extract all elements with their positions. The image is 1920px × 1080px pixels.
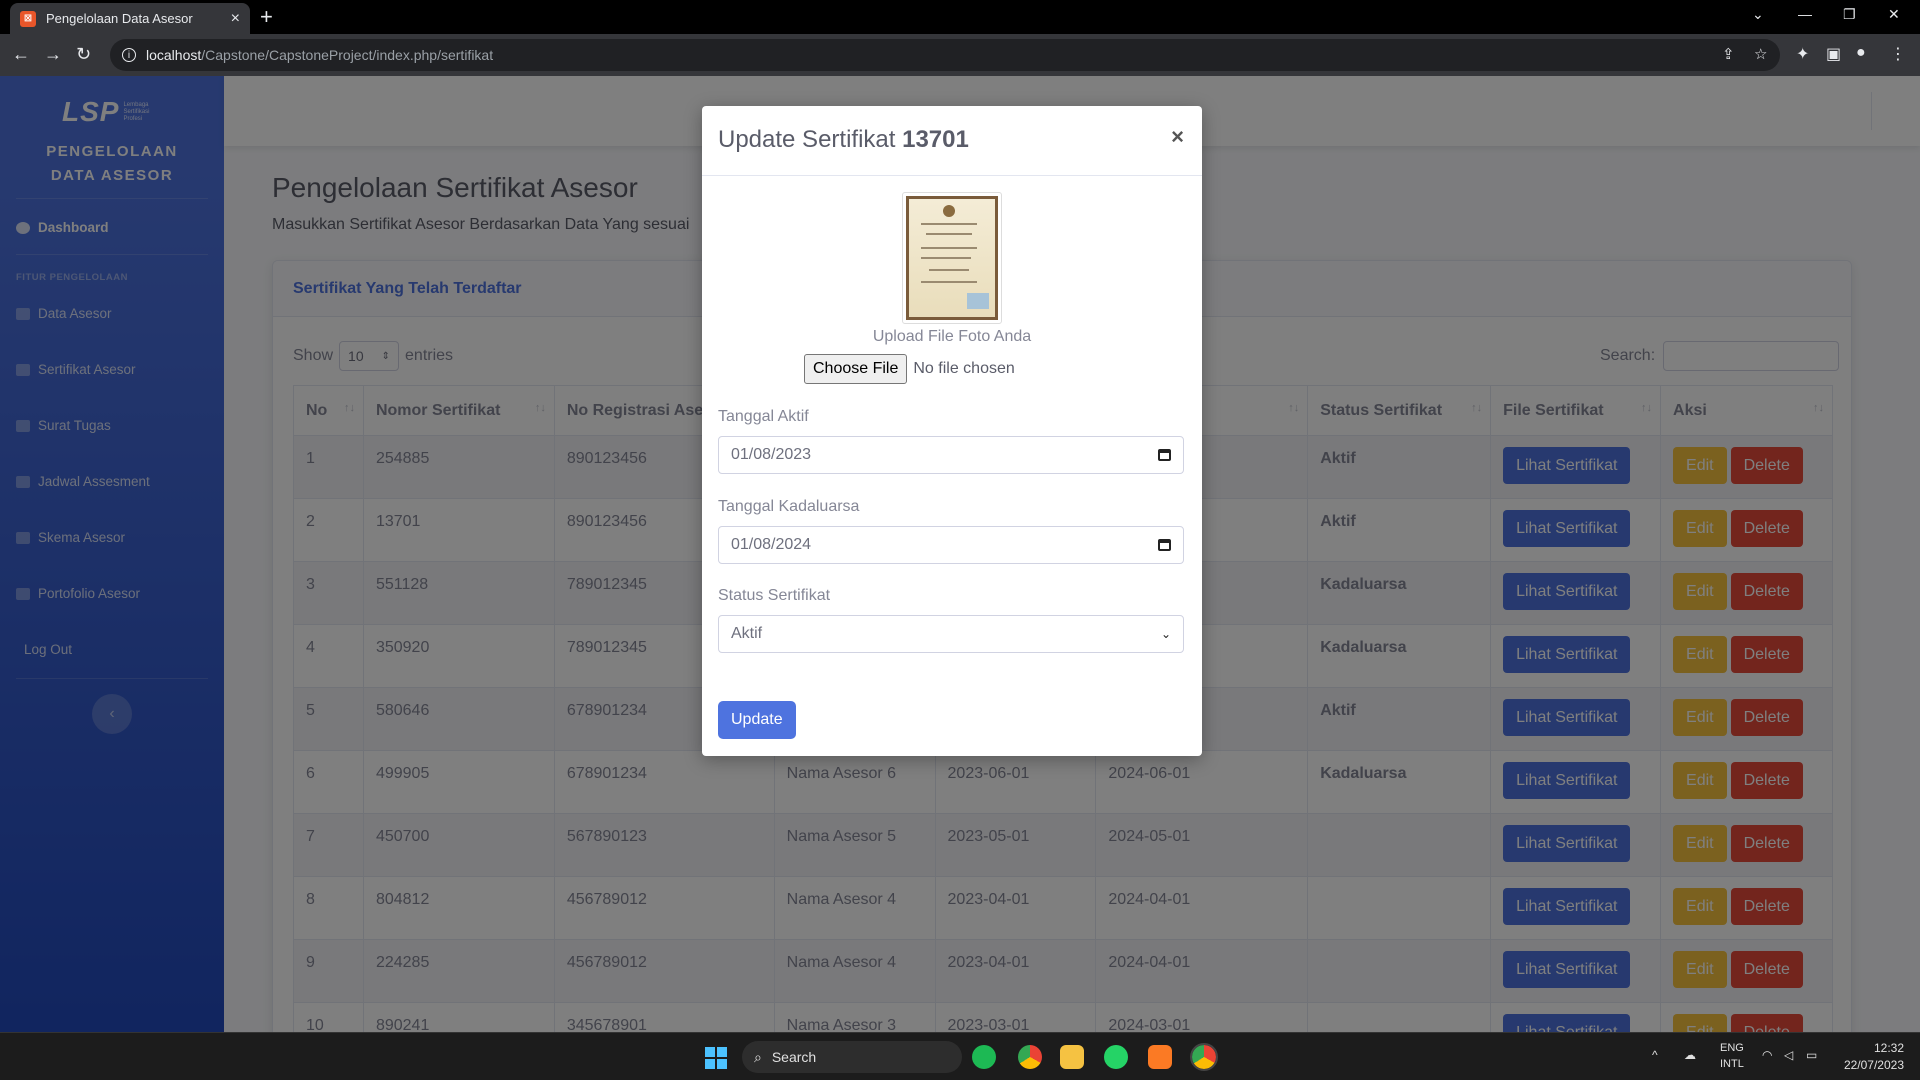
- profile-avatar-icon[interactable]: ●: [1856, 44, 1866, 62]
- taskbar-search[interactable]: ⌕ Search: [742, 1041, 962, 1073]
- chevron-up-icon[interactable]: ^: [1652, 1048, 1658, 1062]
- windows-start-icon[interactable]: [705, 1047, 727, 1069]
- lang-bottom: INTL: [1720, 1058, 1744, 1070]
- modal-header: Update Sertifikat 13701 ×: [702, 106, 1202, 176]
- certificate-thumbnail: [906, 196, 998, 320]
- address-bar[interactable]: i localhost /Capstone/CapstoneProject/in…: [110, 39, 1780, 71]
- taskbar-clock[interactable]: 12:32 22/07/2023: [1844, 1040, 1904, 1074]
- update-button[interactable]: Update: [718, 701, 796, 739]
- cloud-icon[interactable]: ☁: [1684, 1048, 1696, 1062]
- spotify-icon[interactable]: [972, 1045, 996, 1069]
- browser-tab[interactable]: ⊠ Pengelolaan Data Asesor ×: [10, 3, 250, 34]
- no-file-text: No file chosen: [913, 360, 1015, 377]
- modal-title-prefix: Update Sertifikat: [718, 126, 896, 153]
- search-icon: ⌕: [754, 1048, 762, 1065]
- url-host: localhost: [146, 47, 202, 63]
- status-sertifikat-select[interactable]: Aktif ⌄: [718, 615, 1184, 653]
- cert-stamp: [967, 293, 989, 309]
- close-window-icon[interactable]: ✕: [1888, 6, 1900, 23]
- file-input: Choose File No file chosen: [804, 354, 1015, 384]
- status-sertifikat-value: Aktif: [731, 625, 763, 642]
- tanggal-aktif-value: 01/08/2023: [731, 446, 812, 463]
- file-explorer-icon[interactable]: [1060, 1045, 1084, 1069]
- lang-top: ENG: [1720, 1042, 1744, 1054]
- tanggal-kadaluarsa-label: Tanggal Kadaluarsa: [718, 498, 860, 515]
- upload-label: Upload File Foto Anda: [872, 328, 1032, 345]
- tanggal-kadaluarsa-input[interactable]: 01/08/2024: [718, 526, 1184, 564]
- tanggal-aktif-input[interactable]: 01/08/2023: [718, 436, 1184, 474]
- calendar-icon[interactable]: [1158, 449, 1171, 461]
- tab-search-icon[interactable]: ⌄: [1752, 6, 1764, 23]
- minimize-icon[interactable]: —: [1798, 6, 1812, 22]
- forward-icon[interactable]: →: [44, 44, 62, 65]
- volume-icon[interactable]: ◁: [1784, 1048, 1793, 1062]
- close-icon[interactable]: ×: [1171, 124, 1184, 150]
- battery-icon[interactable]: ▭: [1806, 1048, 1817, 1062]
- xampp-icon[interactable]: [1148, 1045, 1172, 1069]
- update-certificate-modal: Update Sertifikat 13701 × Upload File Fo…: [702, 106, 1202, 756]
- url-path: /Capstone/CapstoneProject/index.php/sert…: [201, 47, 494, 63]
- new-tab-icon[interactable]: +: [260, 4, 273, 30]
- cert-text-line: [921, 247, 977, 249]
- taskbar-search-label: Search: [771, 1049, 817, 1065]
- extensions-icon[interactable]: ✦: [1796, 44, 1809, 64]
- calendar-icon[interactable]: [1158, 539, 1171, 551]
- xampp-favicon-icon: ⊠: [20, 10, 36, 27]
- chevron-down-icon: ⌄: [1160, 627, 1171, 641]
- garuda-emblem-icon: [943, 205, 955, 217]
- tanggal-kadaluarsa-value: 01/08/2024: [731, 536, 812, 553]
- site-info-icon[interactable]: i: [122, 48, 136, 62]
- whatsapp-icon[interactable]: [1104, 1045, 1128, 1069]
- modal-title-id: 13701: [902, 126, 969, 153]
- browser-toolbar: ← → ↻ i localhost /Capstone/CapstoneProj…: [0, 34, 1920, 76]
- cert-text-line: [926, 233, 972, 235]
- chrome-active-icon[interactable]: [1190, 1043, 1218, 1071]
- cert-text-line: [921, 257, 971, 259]
- choose-file-button[interactable]: Choose File: [804, 354, 908, 384]
- cert-text-line: [921, 281, 977, 283]
- chrome-icon[interactable]: [1018, 1045, 1042, 1069]
- windows-taskbar: ⌕ Search ^ ☁ ENG INTL ◠ ◁ ▭ 12:32 22/07/…: [0, 1032, 1920, 1080]
- tab-title: Pengelolaan Data Asesor: [46, 11, 193, 26]
- language-indicator[interactable]: ENG INTL: [1720, 1040, 1744, 1072]
- bookmark-star-icon[interactable]: ☆: [1754, 39, 1767, 71]
- clock-time: 12:32: [1873, 1041, 1904, 1055]
- status-sertifikat-label: Status Sertifikat: [718, 587, 831, 604]
- clock-date: 22/07/2023: [1843, 1058, 1904, 1072]
- share-icon[interactable]: ⇪: [1722, 39, 1735, 71]
- reload-icon[interactable]: ↻: [76, 44, 91, 65]
- browser-tabbar: ⊠ Pengelolaan Data Asesor × + ⌄ — ❐ ✕: [0, 0, 1920, 34]
- cert-text-line: [921, 223, 977, 225]
- side-panel-icon[interactable]: ▣: [1826, 44, 1841, 64]
- close-tab-icon[interactable]: ×: [231, 10, 240, 28]
- cert-text-line: [929, 269, 969, 271]
- restore-icon[interactable]: ❐: [1843, 6, 1856, 23]
- wifi-icon[interactable]: ◠: [1762, 1048, 1772, 1062]
- certificate-preview-image: [902, 192, 1002, 324]
- modal-title: Update Sertifikat 13701: [718, 126, 1186, 154]
- menu-kebab-icon[interactable]: ⋮: [1890, 44, 1906, 64]
- back-icon[interactable]: ←: [12, 44, 30, 65]
- tanggal-aktif-label: Tanggal Aktif: [718, 408, 809, 425]
- page-viewport: LSP Lembaga Sertifikasi Profesi PENGELOL…: [0, 76, 1920, 1032]
